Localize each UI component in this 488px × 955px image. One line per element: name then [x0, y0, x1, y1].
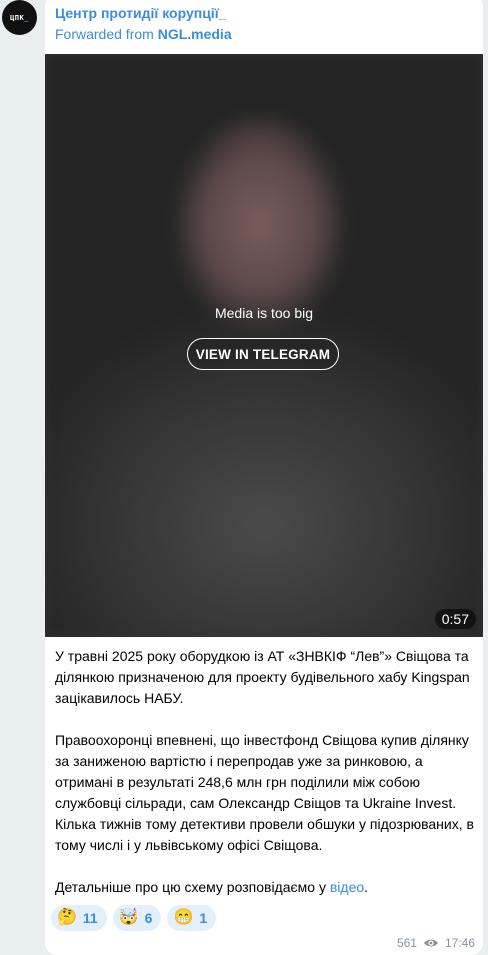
media-preview[interactable]: Media is too big VIEW IN TELEGRAM 0:57 — [45, 54, 483, 637]
message-bubble: Центр протидії корупції_ Forwarded from … — [45, 0, 483, 955]
avatar-cursor: _ — [24, 13, 29, 22]
reaction-count: 6 — [144, 910, 153, 926]
video-duration-badge: 0:57 — [434, 609, 476, 629]
grin-emoji-icon: 😁 — [173, 909, 194, 926]
reactions-bar: 🤔 11 🤯 6 😁 1 — [51, 905, 217, 931]
reaction-exploding-head[interactable]: 🤯 6 — [112, 905, 162, 931]
forwarded-line: Forwarded from NGL.media — [55, 26, 232, 42]
view-in-telegram-button[interactable]: VIEW IN TELEGRAM — [187, 338, 339, 370]
paragraph-3-suffix: . — [364, 879, 369, 895]
post-text: У травні 2025 року оборудкою із АТ «ЗНВК… — [55, 646, 475, 919]
message-meta: 561 17:46 — [397, 936, 475, 950]
reaction-grin[interactable]: 😁 1 — [167, 905, 217, 931]
reaction-count: 11 — [82, 910, 98, 926]
exploding-head-emoji-icon: 🤯 — [118, 909, 139, 926]
post-paragraph-1: У травні 2025 року оборудкою із АТ «ЗНВК… — [55, 648, 470, 706]
post-paragraph-3: Детальніше про цю схему розповідаємо у в… — [55, 877, 475, 898]
avatar-text: ЦПК — [10, 13, 25, 22]
media-too-big-label: Media is too big — [214, 305, 314, 321]
forwarded-prefix: Forwarded from — [55, 26, 158, 42]
channel-avatar[interactable]: ЦПК _ — [2, 0, 37, 35]
paragraph-3-prefix: Детальніше про цю схему розповідаємо у — [55, 879, 330, 895]
reaction-count: 1 — [199, 910, 208, 926]
thinking-emoji-icon: 🤔 — [57, 909, 77, 926]
video-link[interactable]: відео — [330, 879, 364, 895]
channel-name[interactable]: Центр протидії корупції_ — [55, 5, 226, 21]
post-paragraph-2: Правоохоронці впевнені, що інвестфонд Св… — [55, 732, 474, 853]
reaction-thinking[interactable]: 🤔 11 — [51, 905, 107, 931]
message-time: 17:46 — [444, 936, 475, 950]
view-count: 561 — [396, 936, 417, 950]
forwarded-source-link[interactable]: NGL.media — [158, 26, 232, 42]
eye-icon — [423, 938, 439, 948]
